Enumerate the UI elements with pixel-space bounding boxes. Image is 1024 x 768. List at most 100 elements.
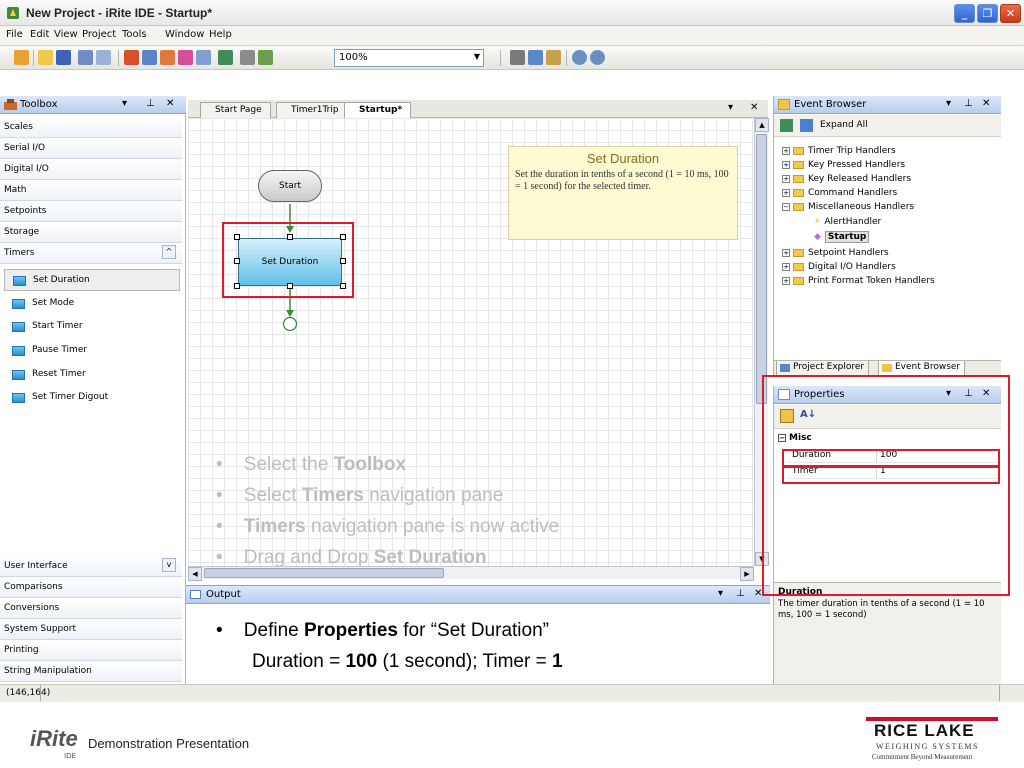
scroll-right-icon[interactable]: ▶ bbox=[740, 567, 754, 581]
tree-item-miscellaneous-handlers[interactable]: − Miscellaneous Handlers bbox=[782, 202, 914, 216]
save-icon[interactable] bbox=[56, 50, 71, 65]
property-description: Duration The timer duration in tenths of… bbox=[774, 582, 1001, 684]
tree-item-digital-io-handlers[interactable]: + Digital I/O Handlers bbox=[782, 262, 896, 276]
expand-all-button[interactable]: Expand All bbox=[820, 120, 868, 130]
menu-project[interactable]: Project bbox=[82, 29, 116, 40]
build-icon[interactable] bbox=[124, 50, 139, 65]
open-folder-icon[interactable] bbox=[38, 50, 53, 65]
event-browser-panel: Event Browser ▾ ⊥ ✕ Expand All + Timer Tr… bbox=[773, 96, 1001, 376]
category-system-support[interactable]: System Support bbox=[0, 619, 182, 640]
zoom-select[interactable]: 100% ▼ bbox=[334, 49, 484, 67]
menu-help[interactable]: Help bbox=[209, 29, 232, 40]
menu-window[interactable]: Window bbox=[165, 29, 204, 40]
new-project-icon[interactable] bbox=[14, 50, 29, 65]
category-timers-label: Timers bbox=[4, 248, 35, 258]
expand-down-icon[interactable]: v bbox=[162, 558, 176, 572]
category-printing[interactable]: Printing bbox=[0, 640, 182, 661]
connect-icon[interactable] bbox=[178, 50, 193, 65]
category-conversions[interactable]: Conversions bbox=[0, 598, 182, 619]
category-scales[interactable]: Scales bbox=[0, 117, 182, 138]
tab-event-browser[interactable]: Event Browser bbox=[878, 361, 966, 376]
expand-icon: + bbox=[782, 188, 790, 197]
toolbox-item-set-mode[interactable]: Set Mode bbox=[4, 293, 180, 315]
toolbox-title: Toolbox bbox=[20, 99, 58, 110]
dropdown-icon[interactable]: ▾ bbox=[718, 588, 723, 599]
flowchart-canvas[interactable]: Start Set Duration Set Duration Set the … bbox=[188, 118, 754, 566]
tree-item-timer-trip-handlers[interactable]: + Timer Trip Handlers bbox=[782, 146, 896, 160]
start-node-label: Start bbox=[279, 181, 301, 191]
tab-start-page[interactable]: Start Page bbox=[200, 102, 271, 118]
timer-block-icon bbox=[12, 299, 25, 309]
collapse-all-icon[interactable] bbox=[780, 119, 793, 132]
print-icon[interactable] bbox=[78, 50, 93, 65]
menu-view[interactable]: View bbox=[54, 29, 78, 40]
flowchart-icon[interactable] bbox=[218, 50, 233, 65]
download-icon[interactable] bbox=[160, 50, 175, 65]
pin-icon[interactable]: ⊥ bbox=[146, 98, 155, 109]
collapse-up-icon[interactable]: ^ bbox=[162, 245, 176, 259]
tooltip-box: Set Duration Set the duration in tenths … bbox=[508, 146, 738, 240]
tab-project-explorer[interactable]: Project Explorer bbox=[776, 361, 870, 376]
list-icon[interactable] bbox=[240, 50, 255, 65]
maximize-button[interactable]: ❐ bbox=[977, 4, 998, 23]
tree-item-setpoint-handlers[interactable]: + Setpoint Handlers bbox=[782, 248, 889, 262]
grid-icon[interactable] bbox=[258, 50, 273, 65]
category-comparisons[interactable]: Comparisons bbox=[0, 577, 182, 598]
tab-close-icon[interactable]: ✕ bbox=[750, 102, 758, 113]
print-preview-icon[interactable] bbox=[96, 50, 111, 65]
scroll-thumb[interactable] bbox=[756, 134, 767, 404]
overlay-bullet-2: • Select Timers navigation pane bbox=[216, 485, 504, 506]
pin-icon[interactable]: ⊥ bbox=[736, 588, 745, 599]
horizontal-scrollbar[interactable]: ◀ ▶ bbox=[188, 566, 754, 581]
window-title: New Project - iRite IDE - Startup* bbox=[26, 6, 213, 20]
monitor-icon[interactable] bbox=[196, 50, 211, 65]
category-setpoints[interactable]: Setpoints bbox=[0, 201, 182, 222]
paste-icon[interactable] bbox=[546, 50, 561, 65]
close-icon[interactable]: ✕ bbox=[982, 98, 990, 109]
tree-item-key-released-handlers[interactable]: + Key Released Handlers bbox=[782, 174, 911, 188]
close-button[interactable]: ✕ bbox=[1000, 4, 1021, 23]
category-user-interface[interactable]: User Interface v bbox=[0, 556, 182, 577]
toolbox-item-start-timer[interactable]: Start Timer bbox=[4, 316, 180, 338]
dropdown-icon[interactable]: ▾ bbox=[946, 98, 951, 109]
menu-edit[interactable]: Edit bbox=[30, 29, 49, 40]
category-string-manipulation[interactable]: String Manipulation bbox=[0, 661, 182, 682]
menu-tools[interactable]: Tools bbox=[122, 29, 147, 40]
category-storage[interactable]: Storage bbox=[0, 222, 182, 243]
tab-timer1trip[interactable]: Timer1Trip bbox=[276, 102, 348, 118]
category-serial-io[interactable]: Serial I/O bbox=[0, 138, 182, 159]
undo-icon[interactable] bbox=[572, 50, 587, 65]
category-math[interactable]: Math bbox=[0, 180, 182, 201]
toolbox-item-pause-timer[interactable]: Pause Timer bbox=[4, 340, 180, 362]
menu-file[interactable]: File bbox=[6, 29, 23, 40]
tree-item-startup[interactable]: ◆ Startup bbox=[814, 231, 870, 246]
tree-item-command-handlers[interactable]: + Command Handlers bbox=[782, 188, 897, 202]
tree-item-alerthandler[interactable]: ⚡ AlertHandler bbox=[814, 217, 881, 231]
timer-block-icon bbox=[12, 346, 25, 356]
category-digital-io[interactable]: Digital I/O bbox=[0, 159, 182, 180]
scroll-thumb[interactable] bbox=[204, 568, 444, 578]
tab-menu-icon[interactable]: ▾ bbox=[728, 102, 733, 113]
tab-startup[interactable]: Startup* bbox=[344, 102, 412, 118]
footer-caption: Demonstration Presentation bbox=[88, 736, 250, 751]
toolbox-item-set-duration[interactable]: Set Duration bbox=[4, 269, 180, 291]
toolbox-item-set-timer-digout[interactable]: Set Timer Digout bbox=[4, 387, 180, 409]
close-icon[interactable]: ✕ bbox=[166, 98, 174, 109]
compile-icon[interactable] bbox=[142, 50, 157, 65]
scroll-up-icon[interactable]: ▲ bbox=[755, 118, 769, 132]
redo-icon[interactable] bbox=[590, 50, 605, 65]
dropdown-icon[interactable]: ▾ bbox=[122, 98, 127, 109]
pin-icon[interactable]: ⊥ bbox=[964, 98, 973, 109]
scroll-left-icon[interactable]: ◀ bbox=[188, 567, 202, 581]
menu-bar: File Edit View Project Tools Window Help bbox=[0, 26, 1024, 46]
minimize-button[interactable]: _ bbox=[954, 4, 975, 23]
cut-icon[interactable] bbox=[510, 50, 525, 65]
category-timers[interactable]: Timers ^ bbox=[0, 243, 182, 264]
expand-all-icon[interactable] bbox=[800, 119, 813, 132]
start-node[interactable]: Start bbox=[258, 170, 322, 202]
tree-item-key-pressed-handlers[interactable]: + Key Pressed Handlers bbox=[782, 160, 905, 174]
tree-item-print-format-token-handlers[interactable]: + Print Format Token Handlers bbox=[782, 276, 935, 290]
toolbox-item-reset-timer[interactable]: Reset Timer bbox=[4, 364, 180, 386]
timer-block-icon bbox=[12, 370, 25, 380]
copy-icon[interactable] bbox=[528, 50, 543, 65]
